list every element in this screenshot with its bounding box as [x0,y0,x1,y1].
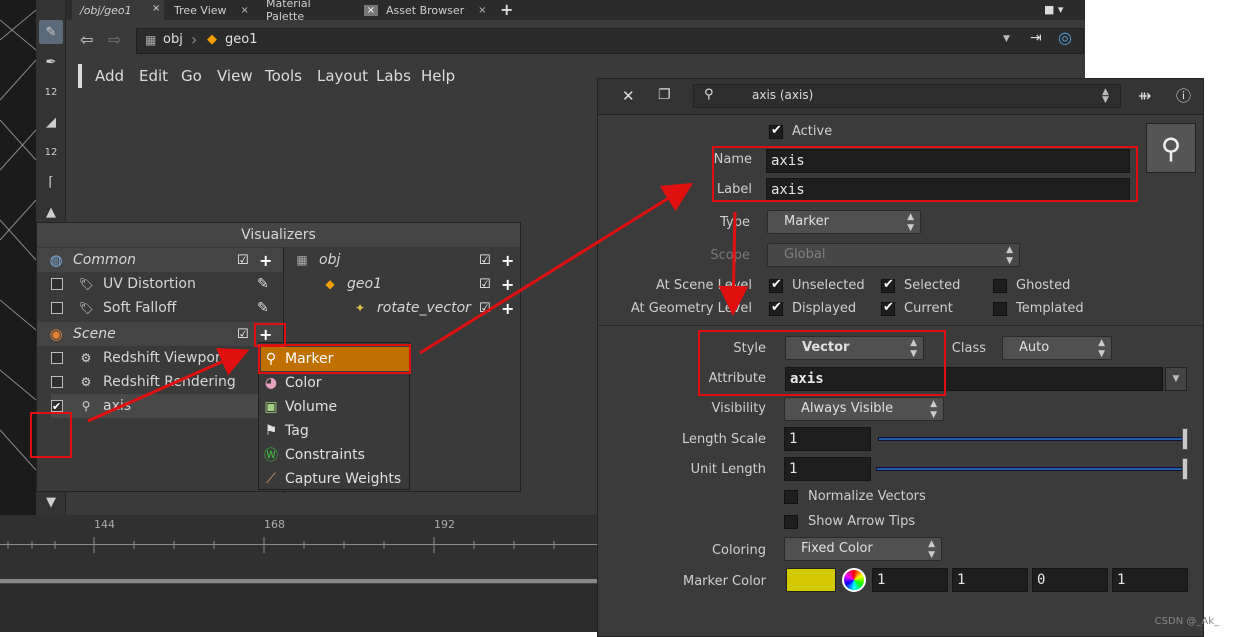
arrow-icon-to-add [87,347,250,423]
arrow-label-to-style [718,211,749,316]
watermark: CSDN @_Ak_ [1154,616,1219,627]
annotation-arrows [87,182,749,423]
arrow-marker-to-params [419,182,694,355]
